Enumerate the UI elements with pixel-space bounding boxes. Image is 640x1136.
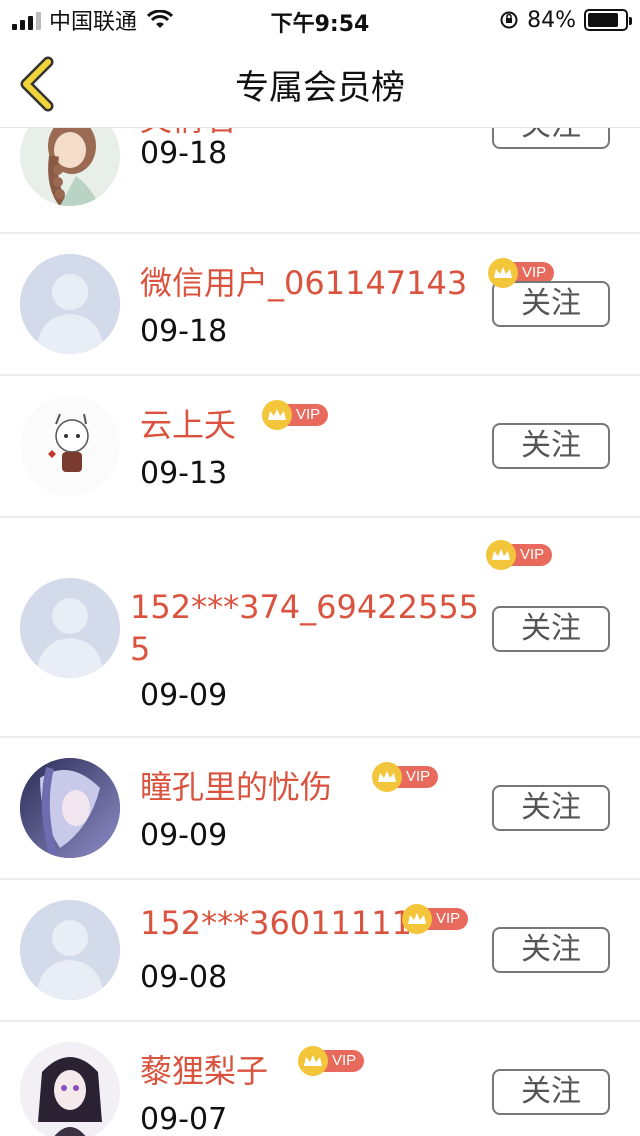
vip-badge: VIP [298,1046,365,1076]
list-item[interactable]: 152***36011111 VIP 09-08 关注 [0,880,640,1022]
crown-icon [486,540,516,570]
list-item[interactable]: 云上夭 VIP 09-13 关注 [0,376,640,518]
crown-icon [402,904,432,934]
follow-button[interactable]: 关注 [492,785,610,831]
vip-badge: VIP [486,540,553,570]
avatar[interactable] [20,396,120,496]
page-title: 专属会员榜 [235,68,405,108]
avatar-illustration [20,128,120,206]
list-item[interactable]: 瞳孔里的忧伤 VIP 09-09 关注 [0,738,640,880]
member-name: 云上夭 [140,406,237,444]
member-name: 152***36011111 [140,904,412,942]
vip-badge: VIP [262,400,329,430]
battery-fill [588,13,619,27]
avatar[interactable] [20,758,120,858]
follow-button[interactable]: 关注 [492,1069,610,1115]
member-name: 微信用户_061147143 [140,264,468,302]
member-date: 09-18 [140,136,228,171]
default-avatar-icon [20,578,120,678]
member-name: 瞳孔里的忧伤 [140,768,333,806]
list-item[interactable]: 芙倩若 VIP 09-18 关注 [0,128,640,234]
member-list: 芙倩若 VIP 09-18 关注 微信用户_061147143 VIP 09-1… [0,128,640,1136]
member-date: 09-09 [140,818,228,853]
battery-percent: 84% [527,7,576,33]
cartoon-avatar-icon [20,396,120,496]
avatar[interactable] [20,128,120,206]
follow-button[interactable]: 关注 [492,281,610,327]
member-date: 09-09 [140,678,228,713]
member-name: 藜狸梨子 [140,1052,269,1090]
avatar-illustration [20,758,120,858]
battery-icon [584,9,632,31]
avatar-illustration [20,1042,120,1136]
status-right: 84% [499,6,632,34]
follow-button[interactable]: 关注 [492,927,610,973]
crown-icon [298,1046,328,1076]
list-item[interactable]: 藜狸梨子 VIP 09-07 关注 [0,1022,640,1136]
avatar[interactable] [20,578,120,678]
follow-button[interactable]: 关注 [492,423,610,469]
avatar[interactable] [20,1042,120,1136]
crown-icon [372,762,402,792]
member-date: 09-08 [140,960,228,995]
member-date: 09-13 [140,456,228,491]
member-date: 09-07 [140,1102,228,1136]
orientation-lock-icon [500,11,518,29]
vip-badge: VIP [372,762,439,792]
member-date: 09-18 [140,314,228,349]
status-bar: 中国联通 下午9:54 84% [0,0,640,40]
avatar[interactable] [20,254,120,354]
list-item[interactable]: 微信用户_061147143 VIP 09-18 关注 [0,234,640,376]
member-name: 152***374_694225555 [130,588,480,668]
avatar[interactable] [20,900,120,1000]
crown-icon [488,258,518,288]
crown-icon [262,400,292,430]
list-item[interactable]: VIP 152***374_694225555 09-09 关注 [0,518,640,738]
vip-badge: VIP [402,904,469,934]
nav-bar: 专属会员榜 [0,40,640,128]
default-avatar-icon [20,254,120,354]
default-avatar-icon [20,900,120,1000]
follow-button[interactable]: 关注 [492,606,610,652]
follow-button[interactable]: 关注 [492,128,610,149]
